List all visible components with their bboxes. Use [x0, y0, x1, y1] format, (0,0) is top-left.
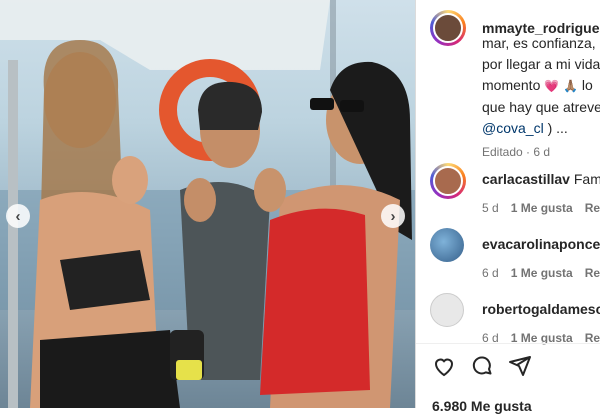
heart-icon[interactable]: [432, 354, 456, 378]
comment-meta: 5 d1 Me gustaResp: [482, 201, 600, 215]
mention-link[interactable]: @cova_cl: [482, 120, 544, 136]
comment-likes[interactable]: 1 Me gusta: [511, 266, 573, 280]
commenter-avatar[interactable]: [430, 228, 464, 262]
post-caption: mar, es confianza, e por llegar a mi vid…: [482, 33, 600, 163]
comment-meta: 6 d1 Me gustaResp: [482, 266, 600, 280]
commenter-avatar[interactable]: [430, 163, 466, 199]
edited-meta: Editado · 6 d: [482, 145, 551, 159]
author-avatar[interactable]: [430, 10, 466, 46]
photo-scene: [0, 0, 415, 408]
commenter-username[interactable]: evacarolinaponce: [482, 236, 600, 252]
post-details-panel: mmayte_rodriguez mar, es confianza, e po…: [415, 0, 600, 414]
caption-line: momento 💗 🙏🏽 lo: [482, 77, 593, 93]
next-photo-button[interactable]: ›: [381, 204, 405, 228]
likes-count[interactable]: 6.980 Me gusta: [432, 398, 532, 414]
caption-line: que hay que atreve: [482, 99, 600, 115]
reply-button[interactable]: Resp: [585, 201, 600, 215]
commenter-username[interactable]: robertogaldamesca: [482, 301, 600, 317]
comment-icon[interactable]: [470, 354, 494, 378]
chevron-right-icon: ›: [390, 207, 396, 225]
heart-emoji: 💗: [544, 79, 560, 93]
chevron-left-icon: ‹: [15, 207, 21, 225]
caption-line: por llegar a mi vida: [482, 56, 600, 72]
pray-emoji: 🙏🏽: [563, 79, 579, 93]
comment-likes[interactable]: 1 Me gusta: [511, 201, 573, 215]
actions-divider: [416, 343, 600, 344]
reply-button[interactable]: Resp: [585, 266, 600, 280]
commenter-username[interactable]: carlacastillav Famili: [482, 171, 600, 187]
post-photo: ‹ ›: [0, 0, 415, 408]
caption-line: mar, es confianza, e: [482, 35, 600, 51]
caption-line: @cova_cl ) ...: [482, 120, 568, 136]
post-actions: [432, 354, 532, 378]
previous-photo-button[interactable]: ‹: [6, 204, 30, 228]
commenter-avatar[interactable]: [430, 293, 464, 327]
share-icon[interactable]: [508, 354, 532, 378]
